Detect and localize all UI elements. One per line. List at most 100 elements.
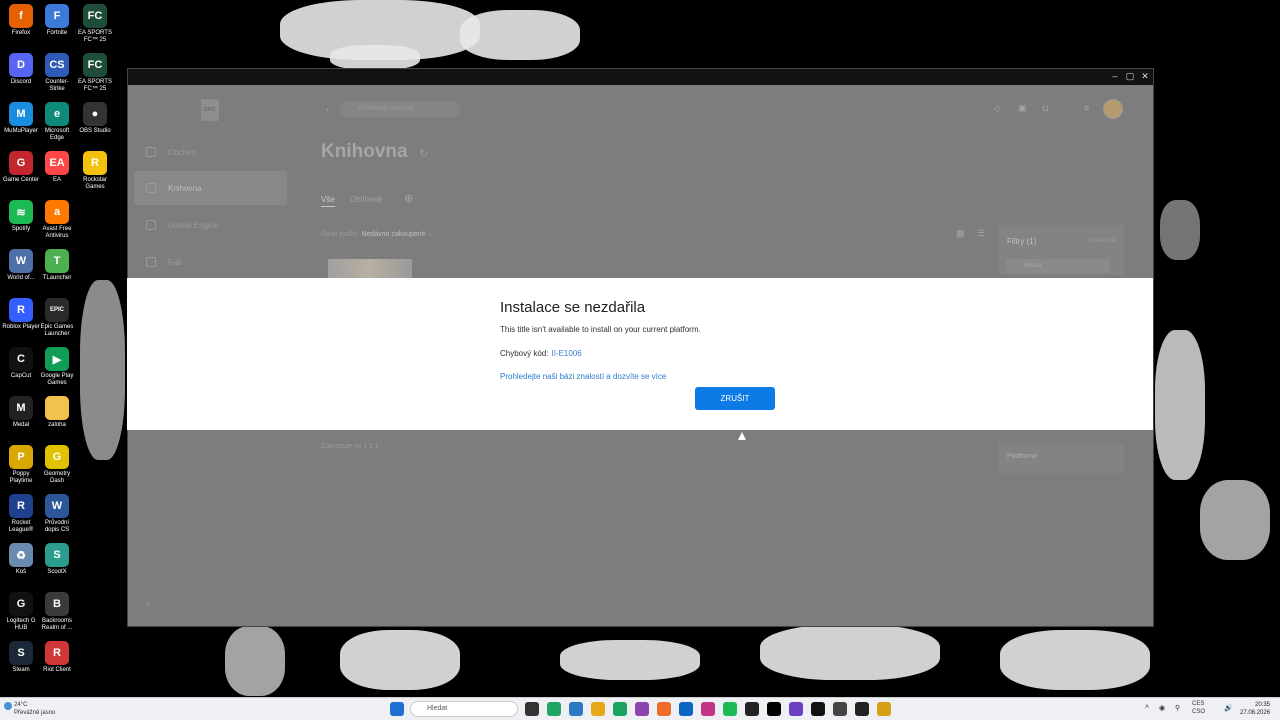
back-icon[interactable]: ‹ [326,104,329,114]
desktop-icon[interactable]: G Geometry Dash [38,445,76,485]
error-code[interactable]: II-E1006 [551,349,581,358]
weather-temp: 24°C [14,702,28,708]
app-icon: ≋ [9,200,33,224]
downloads-icon[interactable]: ⤓ [146,597,150,608]
clock-time: 20:35 [1254,702,1270,708]
filters-search-input[interactable]: Hledat [1006,259,1110,273]
desktop-icon-label: Google Play Games [40,373,74,386]
desktop-icon[interactable]: B Backrooms Realm of ... [38,592,76,632]
knowledge-base-link[interactable]: Prohledejte naši bázi znalostí a dozvíte… [500,372,666,381]
taskbar-app-icon[interactable] [657,702,671,716]
store-search-input[interactable]: Prohledat obchod [340,101,460,117]
desktop-icon[interactable]: R Roblox Player [2,298,40,331]
taskbar-app-icon[interactable] [833,702,847,716]
taskbar-app-icon[interactable] [679,702,693,716]
desktop-icon[interactable]: CS Counter-Strike [38,53,76,93]
taskbar-app-icon[interactable] [789,702,803,716]
desktop-icon[interactable]: S Steam [2,641,40,674]
desktop-icon-label: OBS Studio [79,128,111,134]
minimize-icon[interactable]: – [1108,71,1122,81]
refresh-icon[interactable]: ↻ [419,147,428,160]
desktop-icon[interactable]: FC EA SPORTS FC™ 25 [76,4,114,44]
desktop-icon[interactable]: F Fortnite [38,4,76,37]
desktop-icon[interactable]: T TLauncher [38,249,76,282]
taskbar-app-icon[interactable] [811,702,825,716]
volume-icon[interactable]: 🔊 [1224,704,1233,712]
epic-logo[interactable]: EPIC [201,99,219,121]
mic-icon[interactable]: ⚲ [1175,704,1180,712]
desktop-icon-label: World of... [7,275,35,281]
close-icon[interactable]: ✕ [1138,71,1152,82]
grid-view-icon[interactable]: ▦ [956,228,965,239]
wishlist-icon[interactable]: ◇ [994,103,1001,114]
nav-item-fab[interactable]: Fab [134,245,287,279]
tab-all[interactable]: Vše [321,195,335,207]
taskbar-app-icon[interactable] [723,702,737,716]
desktop-icon[interactable]: zaloha [38,396,76,429]
cancel-button[interactable]: ZRUŠIT [695,387,775,410]
nav-item-unreal[interactable]: Unreal Engine [134,208,287,242]
desktop-icon-label: Discord [10,79,32,85]
gift-icon[interactable]: ▣ [1018,103,1027,114]
taskbar-app-icon[interactable] [745,702,759,716]
taskbar-app-icon[interactable] [591,702,605,716]
tray-chevron-icon[interactable]: ˄ [1145,704,1149,711]
taskbar: 24°C Převážně jasno Hledat ˄ ◉ ⚲ CES CSO … [0,697,1280,720]
input-language[interactable]: CES CSO [1192,700,1205,716]
nav-item-library[interactable]: Knihovna [134,171,287,205]
error-code-label: Chybový kód: [500,349,549,358]
desktop-icon[interactable]: R Riot Client [38,641,76,674]
taskbar-app-icon[interactable] [547,702,561,716]
desktop-icon[interactable]: M MuMuPlayer [2,102,40,135]
taskbar-app-icon[interactable] [701,702,715,716]
desktop-icon[interactable]: ≋ Spotify [2,200,40,233]
user-avatar[interactable] [1103,99,1123,119]
filters-reset-link[interactable]: Resetovat [1089,238,1116,244]
desktop-icon[interactable]: FC EA SPORTS FC™ 25 [76,53,114,93]
desktop-icon[interactable]: P Poppy Playtime [2,445,40,485]
desktop-icon[interactable]: G Logitech G HUB [2,592,40,632]
desktop-icon[interactable]: C CapCut [2,347,40,380]
nav-item-store[interactable]: Obchod [134,135,287,169]
app-icon: G [9,151,33,175]
desktop-icon[interactable]: D Discord [2,53,40,86]
start-icon[interactable] [390,702,404,716]
desktop-icon[interactable]: S ScootX [38,543,76,576]
desktop-icon[interactable]: M Medal [2,396,40,429]
window-titlebar[interactable]: – ▢ ✕ [128,69,1153,85]
desktop-icon[interactable]: a Avast Free Antivirus [38,200,76,240]
cart-icon[interactable]: ⊔ [1042,103,1049,114]
desktop-icon[interactable]: EA EA [38,151,76,184]
desktop-icon[interactable]: ▶ Google Play Games [38,347,76,387]
desktop-icon[interactable]: e Microsoft Edge [38,102,76,142]
desktop-icon[interactable]: f Firefox [2,4,40,37]
desktop-icon[interactable]: ♻ Koš [2,543,40,576]
desktop-icon[interactable]: R Rockstar Games [76,151,114,191]
desktop-icon[interactable]: EPIC Epic Games Launcher [38,298,76,338]
taskbar-app-icon[interactable] [569,702,583,716]
taskbar-app-icon[interactable] [613,702,627,716]
add-collection-icon[interactable]: ⊕ [404,192,413,205]
list-view-icon[interactable]: ☰ [977,228,985,239]
desktop-icon[interactable]: ● OBS Studio [76,102,114,135]
desktop-icon[interactable]: R Rocket League® [2,494,40,534]
desktop-icon[interactable]: G Game Center [2,151,40,184]
taskbar-app-icon[interactable] [635,702,649,716]
taskbar-app-icon[interactable] [767,702,781,716]
maximize-icon[interactable]: ▢ [1123,71,1137,82]
taskbar-search-input[interactable]: Hledat [410,701,518,717]
taskbar-app-icon[interactable] [877,702,891,716]
platform-filter[interactable]: Platforma [998,443,1124,473]
desktop-icon[interactable]: W World of... [2,249,40,282]
desktop-icon[interactable]: W Průvodní dopis CS [38,494,76,534]
clock[interactable]: 20:35 27.08.2026 [1240,701,1270,717]
taskbar-app-icon[interactable] [525,702,539,716]
sort-control[interactable]: Řadit podle: Nedávno zakoupené ⌄ [321,230,433,238]
weather-widget[interactable]: 24°C Převážně jasno [4,701,55,717]
taskbar-app-icon[interactable] [855,702,869,716]
desktop-icon-label: Fortnite [46,30,68,36]
tab-favorites[interactable]: Oblíbené [350,195,382,204]
network-icon[interactable]: ◉ [1159,704,1165,712]
notifications-icon[interactable]: ≡ [1084,103,1089,113]
nav-label: Fab [168,257,182,267]
